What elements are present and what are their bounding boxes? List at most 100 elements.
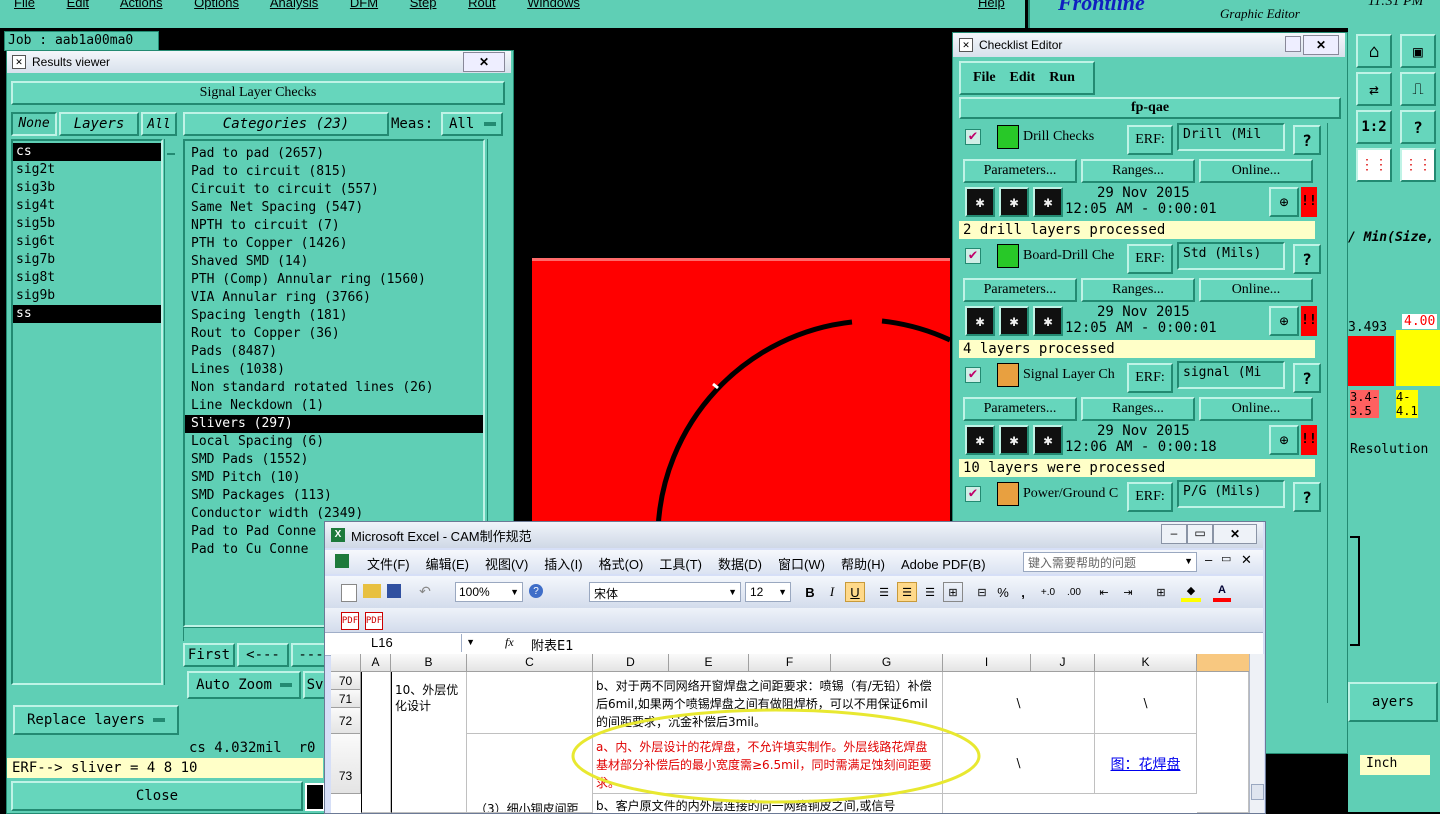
comma-button[interactable]: ,: [1017, 582, 1029, 602]
zoom-result-icon[interactable]: ⊕: [1269, 306, 1299, 336]
menu-windows[interactable]: Windows: [527, 0, 580, 10]
erf-value[interactable]: signal (Mi: [1177, 361, 1285, 389]
cell-k-top[interactable]: \: [1095, 672, 1197, 734]
run-all-icon[interactable]: ✱: [999, 425, 1029, 455]
window-icon[interactable]: ▣: [1400, 34, 1436, 68]
layer-item[interactable]: sig8t: [13, 269, 161, 287]
excel-menu-item[interactable]: Adobe PDF(B): [901, 557, 986, 572]
auto-zoom-dropdown[interactable]: Auto Zoom: [187, 671, 301, 699]
category-item[interactable]: Line Neckdown (1): [185, 397, 483, 415]
column-header[interactable]: B: [391, 654, 467, 672]
swap-icon[interactable]: ⇄: [1356, 72, 1392, 106]
indent-icon[interactable]: ⇥: [1119, 582, 1137, 602]
run-all-icon[interactable]: ✱: [999, 187, 1029, 217]
category-item[interactable]: Slivers (297): [185, 415, 483, 433]
category-item[interactable]: PTH to Copper (1426): [185, 235, 483, 253]
traffic-icon[interactable]: ⋮⋮: [1356, 148, 1392, 182]
minimize-icon[interactable]: [1285, 36, 1301, 52]
column-header[interactable]: F: [749, 654, 831, 672]
check-name[interactable]: Signal Layer Ch: [1023, 367, 1115, 383]
cl-menu-file[interactable]: File: [973, 70, 996, 86]
category-item[interactable]: Shaved SMD (14): [185, 253, 483, 271]
row-header[interactable]: 72: [331, 708, 361, 734]
stop-icon[interactable]: ✱: [1033, 306, 1063, 336]
check-enabled-icon[interactable]: ✔: [965, 367, 981, 383]
graphic-canvas[interactable]: [510, 30, 950, 530]
column-header[interactable]: C: [467, 654, 593, 672]
parameters-button[interactable]: Parameters...: [963, 159, 1077, 183]
layer-item[interactable]: ss: [13, 305, 161, 323]
row-header[interactable]: 71: [331, 690, 361, 708]
decrease-decimal-icon[interactable]: .00: [1063, 582, 1085, 602]
category-item[interactable]: NPTH to circuit (7): [185, 217, 483, 235]
font-color-icon[interactable]: A: [1213, 582, 1231, 602]
category-item[interactable]: Rout to Copper (36): [185, 325, 483, 343]
currency-icon[interactable]: ⊟: [973, 582, 991, 602]
doc-min-icon[interactable]: –: [1205, 552, 1212, 567]
formula-content[interactable]: 附表E1: [531, 635, 574, 654]
help-icon[interactable]: ?: [1400, 110, 1436, 144]
percent-button[interactable]: %: [995, 582, 1011, 602]
erf-value[interactable]: Drill (Mil: [1177, 123, 1285, 151]
excel-titlebar[interactable]: X Microsoft Excel - CAM制作规范 – ▭ ✕: [325, 522, 1263, 548]
layer-item[interactable]: cs: [13, 143, 161, 161]
ranges-button[interactable]: Ranges...: [1081, 397, 1195, 421]
check-name[interactable]: Board-Drill Che: [1023, 248, 1114, 264]
zoom-result-icon[interactable]: ⊕: [1269, 187, 1299, 217]
check-enabled-icon[interactable]: ✔: [965, 248, 981, 264]
parameters-button[interactable]: Parameters...: [963, 397, 1077, 421]
checklist-titlebar[interactable]: ✕ Checklist Editor ✕: [953, 33, 1345, 57]
column-header[interactable]: A: [361, 654, 391, 672]
excel-menu-item[interactable]: 窗口(W): [778, 557, 825, 572]
stop-icon[interactable]: ✱: [1033, 187, 1063, 217]
scroll-up-icon[interactable]: [167, 143, 175, 155]
menu-options[interactable]: Options: [194, 0, 239, 10]
prev-button[interactable]: <---: [237, 643, 289, 667]
check-enabled-icon[interactable]: ✔: [965, 129, 981, 145]
cell-l[interactable]: [1197, 672, 1249, 813]
save-icon[interactable]: [387, 584, 401, 598]
merge-icon[interactable]: ⊞: [943, 582, 963, 602]
close-icon[interactable]: ✕: [1213, 524, 1257, 544]
row-header[interactable]: 73: [331, 734, 361, 794]
menu-analysis[interactable]: Analysis: [270, 0, 318, 10]
minimize-icon[interactable]: –: [1161, 524, 1187, 544]
excel-menu-item[interactable]: 视图(V): [485, 557, 528, 572]
menu-rout[interactable]: Rout: [468, 0, 495, 10]
dropdown-icon[interactable]: ▼: [1184, 556, 1193, 566]
check-enabled-icon[interactable]: ✔: [965, 486, 981, 502]
ranges-button[interactable]: Ranges...: [1081, 278, 1195, 302]
home-icon[interactable]: ⌂: [1356, 34, 1392, 68]
column-header[interactable]: K: [1095, 654, 1197, 672]
cell-b-merged[interactable]: 10、外层优化设计: [391, 672, 467, 813]
category-item[interactable]: Pad to pad (2657): [185, 145, 483, 163]
excel-menu-item[interactable]: 插入(I): [544, 557, 582, 572]
categories-button[interactable]: Categories (23): [183, 112, 389, 136]
italic-button[interactable]: I: [823, 582, 841, 602]
run-icon[interactable]: ✱: [965, 306, 995, 336]
layers-panel-button[interactable]: ayers: [1348, 682, 1438, 722]
all-layers-button[interactable]: All: [141, 112, 177, 136]
erf-button[interactable]: ERF:: [1127, 244, 1173, 274]
layer-item[interactable]: sig9b: [13, 287, 161, 305]
cl-menu-edit[interactable]: Edit: [1010, 70, 1036, 86]
traffic-icon-2[interactable]: ⋮⋮: [1400, 148, 1436, 182]
erf-button[interactable]: ERF:: [1127, 363, 1173, 393]
results-viewer-titlebar[interactable]: ✕ Results viewer ✕: [7, 51, 511, 73]
menu-actions[interactable]: Actions: [120, 0, 163, 10]
stop-icon[interactable]: ✱: [1033, 425, 1063, 455]
category-item[interactable]: SMD Pads (1552): [185, 451, 483, 469]
close-button[interactable]: Close: [11, 781, 303, 811]
borders-icon[interactable]: ⊞: [1151, 582, 1171, 602]
excel-menu-item[interactable]: 文件(F): [367, 557, 410, 572]
first-button[interactable]: First: [183, 643, 235, 667]
excel-menu-item[interactable]: 编辑(E): [426, 557, 469, 572]
doc-restore-icon[interactable]: ▭: [1221, 552, 1231, 565]
erf-button[interactable]: ERF:: [1127, 125, 1173, 155]
check-name[interactable]: Power/Ground C: [1023, 486, 1118, 502]
cell-a[interactable]: [361, 672, 391, 813]
check-help-button[interactable]: ?: [1293, 125, 1321, 155]
excel-menu-item[interactable]: 工具(T): [659, 557, 702, 572]
menu-file[interactable]: File: [14, 0, 35, 10]
category-item[interactable]: Pads (8487): [185, 343, 483, 361]
